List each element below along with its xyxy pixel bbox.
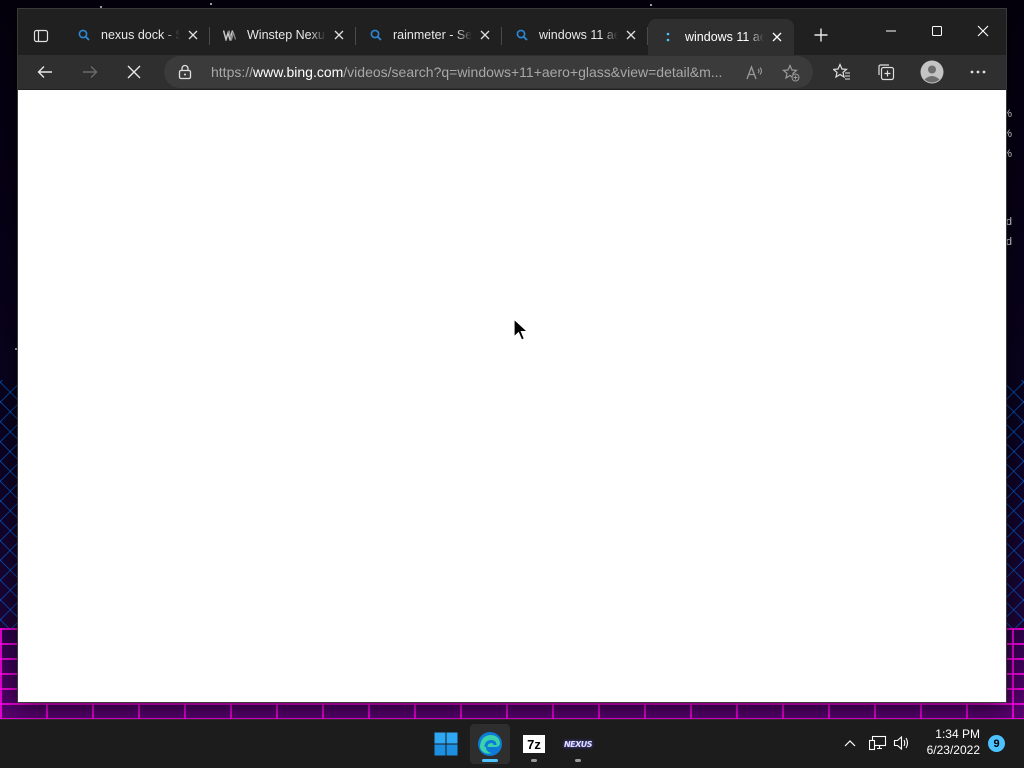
profile-button[interactable] [916, 56, 948, 88]
wallpaper-star [15, 348, 17, 350]
clock-time: 1:34 PM [935, 727, 980, 741]
taskbar-edge[interactable] [470, 724, 510, 764]
system-clock[interactable]: 1:34 PM 6/23/2022 [910, 726, 980, 758]
stop-loading-button[interactable] [118, 56, 150, 88]
url-host: www.bing.com [253, 64, 344, 80]
tab-title: windows 11 aero [539, 28, 618, 42]
tab-title: nexus dock - Search [101, 28, 180, 42]
mouse-cursor-icon [513, 318, 529, 341]
search-icon [368, 27, 384, 43]
arrow-right-icon [83, 66, 98, 78]
7zip-icon: 7z [523, 735, 545, 753]
tab-actions-button[interactable] [28, 23, 54, 49]
wallpaper-star [650, 4, 652, 6]
running-indicator [482, 759, 498, 762]
tab-windows-11-aero[interactable]: windows 11 aero [502, 19, 648, 51]
lock-icon[interactable] [178, 64, 192, 85]
nexus-icon: NEXUS [563, 739, 593, 749]
star-add-icon [782, 64, 800, 82]
wallpaper-star [210, 3, 212, 5]
close-window-button[interactable] [960, 9, 1006, 53]
tab-nexus-dock[interactable]: nexus dock - Search [64, 19, 210, 51]
page-content-blank[interactable] [18, 90, 1006, 702]
read-aloud-icon [746, 65, 763, 80]
running-indicator [575, 759, 581, 762]
minimize-icon [886, 30, 896, 32]
close-icon[interactable] [476, 26, 494, 44]
close-icon [977, 25, 989, 37]
network-icon [869, 735, 887, 751]
search-icon [514, 27, 530, 43]
edge-icon [478, 732, 502, 756]
loading-icon [660, 29, 676, 45]
maximize-icon [932, 26, 942, 36]
tab-strip: nexus dock - Search Winstep Nexus rain [18, 9, 1006, 55]
back-button[interactable] [29, 56, 61, 88]
avatar-icon [920, 60, 944, 84]
new-tab-button[interactable] [806, 20, 836, 50]
show-hidden-icons-button[interactable] [840, 733, 860, 753]
start-button[interactable] [426, 724, 466, 764]
close-icon[interactable] [330, 26, 348, 44]
tab-title: rainmeter - Search [393, 28, 472, 42]
address-bar[interactable]: https://www.bing.com/videos/search?q=win… [164, 56, 813, 88]
maximize-button[interactable] [914, 9, 960, 53]
favorites-icon [833, 63, 850, 80]
close-icon [127, 65, 141, 79]
chevron-up-icon [844, 740, 856, 747]
more-horizontal-icon [970, 70, 986, 74]
tab-windows-11-aero-active[interactable]: windows 11 aero [648, 19, 794, 55]
tab-title: Winstep Nexus [247, 28, 326, 42]
plus-icon [814, 28, 828, 42]
url-path: /videos/search?q=windows+11+aero+glass&v… [343, 64, 723, 80]
url-scheme: https:// [211, 64, 254, 80]
clock-date: 6/23/2022 [926, 743, 980, 757]
favorites-button[interactable] [826, 56, 858, 88]
winstep-icon [222, 27, 238, 43]
windows-icon [434, 732, 458, 756]
minimize-button[interactable] [868, 9, 914, 53]
close-icon[interactable] [622, 26, 640, 44]
wallpaper-star [100, 6, 102, 8]
volume-tray-button[interactable] [892, 733, 912, 753]
read-aloud-button[interactable] [744, 62, 766, 84]
taskbar-7zip[interactable]: 7z [514, 724, 554, 764]
network-tray-button[interactable] [868, 733, 888, 753]
tab-winstep-nexus[interactable]: Winstep Nexus [210, 19, 356, 51]
running-indicator [531, 759, 537, 762]
tab-list: nexus dock - Search Winstep Nexus rain [64, 19, 836, 55]
taskbar-nexus[interactable]: NEXUS [558, 724, 598, 764]
add-favorite-button[interactable] [780, 62, 802, 84]
navigation-toolbar: https://www.bing.com/videos/search?q=win… [18, 55, 1006, 89]
collections-button[interactable] [870, 56, 902, 88]
search-icon [76, 27, 92, 43]
settings-more-button[interactable] [962, 56, 994, 88]
url-text[interactable]: https://www.bing.com/videos/search?q=win… [211, 64, 741, 80]
window-controls [868, 9, 1006, 53]
tab-actions-icon [33, 29, 49, 43]
edge-browser-window: nexus dock - Search Winstep Nexus rain [18, 9, 1006, 702]
notification-badge[interactable]: 9 [988, 735, 1005, 752]
taskbar: 7z NEXUS 1:34 PM 6/23/2022 9 [0, 719, 1024, 768]
forward-button[interactable] [74, 56, 106, 88]
close-icon[interactable] [184, 26, 202, 44]
speaker-icon [893, 735, 909, 751]
tab-rainmeter[interactable]: rainmeter - Search [356, 19, 502, 51]
arrow-left-icon [37, 66, 52, 78]
close-icon[interactable] [768, 28, 786, 46]
collections-icon [878, 64, 895, 81]
tab-title: windows 11 aero [685, 30, 764, 44]
